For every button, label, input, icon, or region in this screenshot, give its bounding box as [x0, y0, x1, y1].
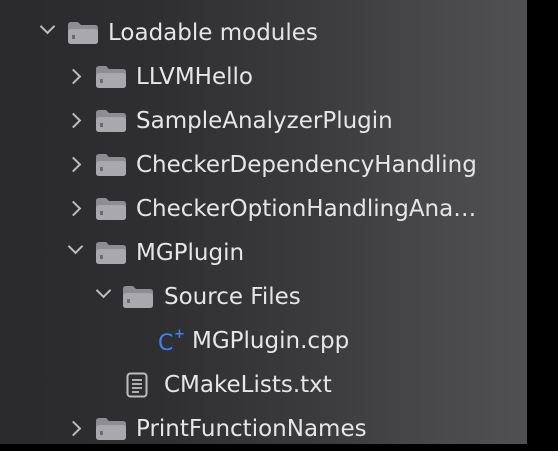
tree-row[interactable]: PrintFunctionNames: [0, 407, 527, 451]
chevron-right-icon[interactable]: [65, 68, 82, 85]
svg-text:C: C: [158, 331, 173, 354]
cpp-file-icon: C +: [158, 328, 185, 354]
chevron-right-icon[interactable]: [65, 420, 82, 437]
tree-label: LLVMHello: [136, 64, 253, 90]
tree-row[interactable]: SampleAnalyzerPlugin: [0, 99, 527, 143]
folder-icon: [96, 154, 126, 176]
tree-label: SampleAnalyzerPlugin: [136, 108, 393, 134]
folder-icon: [96, 242, 126, 264]
chevron-right-icon[interactable]: [65, 156, 82, 173]
folder-icon: [123, 286, 153, 308]
text-file-icon: [126, 372, 148, 398]
folder-icon: [96, 110, 126, 132]
project-navigator: Loadable modules LLVMHello SampleAnalyze…: [0, 0, 527, 444]
folder-icon: [96, 66, 126, 88]
tree-row[interactable]: CheckerOptionHandlingAnalyzerPlugin: [0, 187, 527, 231]
tree-row[interactable]: CheckerDependencyHandling: [0, 143, 527, 187]
tree-row[interactable]: Source Files: [0, 275, 527, 319]
tree-row[interactable]: CMakeLists.txt: [0, 363, 527, 407]
window-edge: [527, 0, 558, 444]
folder-icon: [96, 418, 126, 440]
tree-label: Source Files: [164, 284, 301, 310]
chevron-right-icon[interactable]: [65, 200, 82, 217]
chevron-down-icon[interactable]: [39, 18, 56, 35]
tree-label: Loadable modules: [108, 20, 318, 46]
chevron-right-icon[interactable]: [65, 112, 82, 129]
tree-label: CMakeLists.txt: [164, 372, 332, 398]
tree-label: PrintFunctionNames: [136, 416, 367, 442]
chevron-down-icon[interactable]: [95, 282, 112, 299]
folder-icon: [96, 198, 126, 220]
folder-icon: [68, 22, 98, 44]
tree-row[interactable]: C + MGPlugin.cpp: [0, 319, 527, 363]
tree-label: CheckerOptionHandlingAnalyzerPlugin: [136, 196, 480, 222]
tree-row-loadable-modules[interactable]: Loadable modules: [0, 11, 527, 55]
tree-row[interactable]: LLVMHello: [0, 55, 527, 99]
svg-text:+: +: [174, 328, 185, 342]
tree-label: MGPlugin.cpp: [192, 328, 350, 354]
tree-label: MGPlugin: [136, 240, 245, 266]
tree-row[interactable]: MGPlugin: [0, 231, 527, 275]
tree-label: CheckerDependencyHandling: [136, 152, 477, 178]
chevron-down-icon[interactable]: [67, 238, 84, 255]
